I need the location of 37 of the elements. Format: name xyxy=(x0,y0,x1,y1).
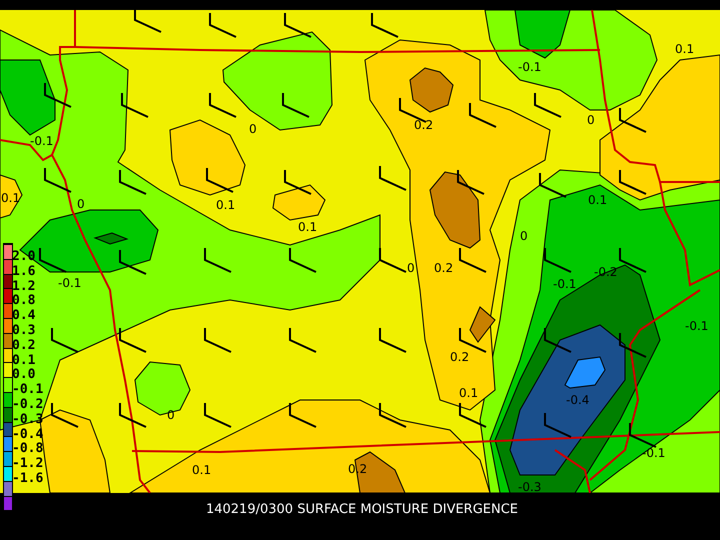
contour-label: -0.3 xyxy=(518,480,542,493)
map-caption: 140219/0300 SURFACE MOISTURE DIVERGENCE xyxy=(206,502,518,517)
contour-label: 0 xyxy=(249,122,257,136)
scale-label: 0.3 xyxy=(12,324,36,339)
contour-label: 0.2 xyxy=(434,261,454,275)
scale-label: -0.8 xyxy=(12,442,44,457)
contour-label: 0.2 xyxy=(450,350,470,364)
contour-label: 0.2 xyxy=(414,118,434,132)
scale-label: -1.6 xyxy=(12,472,44,487)
contour-label: -0.4 xyxy=(566,393,590,407)
contour-label: -0.1 xyxy=(553,277,576,291)
contour-label: 0.1 xyxy=(588,193,608,207)
contour-label: -0.1 xyxy=(518,60,542,74)
contour-label: 0 xyxy=(407,261,415,275)
contour-label: 0.1 xyxy=(298,220,318,234)
scale-label: 0.2 xyxy=(12,338,36,354)
scale-label: 0.1 xyxy=(12,354,36,368)
contour-label: 0.1 xyxy=(192,463,212,477)
contour-label: 0.1 xyxy=(1,191,20,205)
scale-label: 0.8 xyxy=(12,294,36,309)
contour-label: -0.1 xyxy=(30,134,54,148)
scale-label: 1.6 xyxy=(12,264,36,280)
contour-label: 0 xyxy=(77,197,85,211)
scale-label: 1.2 xyxy=(12,280,36,294)
scale-label: 0.0 xyxy=(12,368,36,383)
contour-label: 0 xyxy=(587,113,595,127)
scale-label: -0.2 xyxy=(12,398,44,413)
contour-label: -0.1 xyxy=(58,276,82,290)
scale-label: -1.2 xyxy=(12,457,44,472)
contour-label: 0.1 xyxy=(216,198,236,212)
contour-label: 0.1 xyxy=(459,386,478,400)
scale-label: 0.4 xyxy=(12,309,36,324)
contour-label: -0.1 xyxy=(685,319,708,333)
contour-label: -0.2 xyxy=(594,265,618,279)
scale-label: -0.1 xyxy=(12,383,44,398)
contour-label: 0.1 xyxy=(675,42,694,56)
contour-label: 0 xyxy=(520,229,528,243)
